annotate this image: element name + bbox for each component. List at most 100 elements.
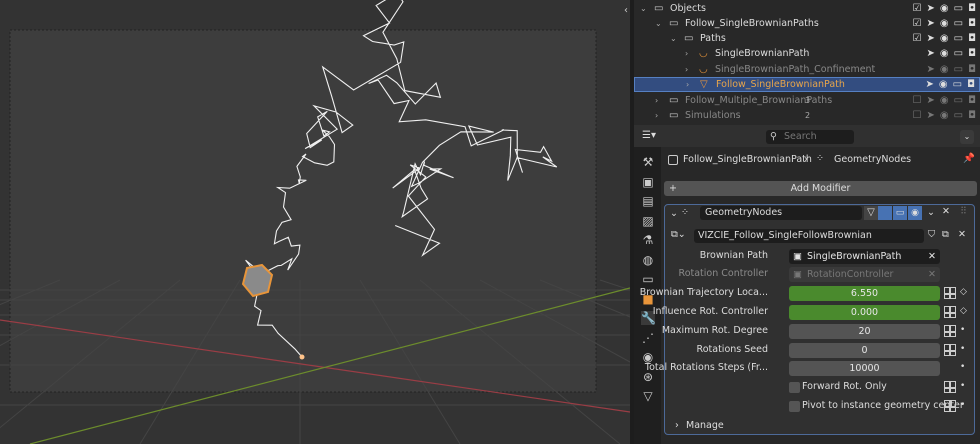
select-arrow-icon[interactable]: ➤ — [927, 110, 935, 121]
monitor-icon[interactable]: ▭ — [954, 64, 963, 75]
node-group-selector[interactable]: VIZCIE_Follow_SingleFollowBrownian — [694, 229, 924, 243]
render-toggle[interactable]: ◉ — [908, 206, 922, 220]
expand-chevron-icon[interactable]: › — [655, 96, 658, 105]
expand-chevron-icon[interactable]: ⌄ — [655, 19, 662, 28]
fake-user-shield-icon[interactable]: ⛉ — [928, 229, 935, 240]
keyframe-dot-icon[interactable]: • — [960, 344, 965, 354]
select-arrow-icon[interactable]: ➤ — [927, 64, 935, 75]
expand-chevron-icon[interactable]: › — [686, 80, 689, 89]
exclude-checkbox[interactable]: ☑ — [913, 3, 922, 14]
exclude-checkbox[interactable]: ☑ — [913, 18, 922, 29]
eye-icon[interactable]: ◉ — [940, 95, 949, 106]
keyframe-dot-icon[interactable]: • — [960, 381, 965, 391]
eye-icon[interactable]: ◉ — [940, 18, 949, 29]
monitor-icon[interactable]: ▭ — [953, 79, 962, 90]
input-checkbox[interactable] — [789, 401, 800, 412]
expand-chevron-icon[interactable]: ⌄ — [670, 34, 677, 43]
world-tab-icon[interactable]: ◍ — [641, 253, 655, 267]
camera-icon[interactable]: ◘ — [968, 110, 976, 121]
camera-icon[interactable]: ◘ — [968, 48, 976, 59]
exclude-checkbox[interactable]: ☐ — [913, 110, 922, 121]
eye-icon[interactable]: ◉ — [940, 3, 949, 14]
eye-icon[interactable]: ◉ — [940, 48, 949, 59]
eye-icon[interactable]: ◉ — [939, 79, 948, 90]
camera-icon[interactable]: ◘ — [968, 33, 976, 44]
exclude-checkbox[interactable]: ☑ — [913, 33, 922, 44]
select-arrow-icon[interactable]: ➤ — [926, 79, 934, 90]
expand-chevron-icon[interactable]: › — [655, 111, 658, 120]
keyframe-dot-icon[interactable]: • — [960, 362, 965, 372]
camera-icon[interactable]: ◘ — [968, 64, 976, 75]
node-group-icon[interactable]: ⧉⌄ — [671, 229, 686, 240]
drag-handle-icon[interactable]: ⠿ — [960, 206, 967, 217]
search-input[interactable]: ⚲ Search — [766, 130, 854, 144]
camera-icon[interactable]: ◘ — [968, 3, 976, 14]
input-checkbox[interactable] — [789, 382, 800, 393]
outliner-row[interactable]: › ▽ Follow_SingleBrownianPath ➤ ◉ ▭ ◘ — [634, 77, 980, 92]
remove-modifier-icon[interactable]: ✕ — [942, 206, 950, 217]
collapse-chevron-icon[interactable]: ⌄ — [670, 208, 678, 219]
outliner-row[interactable]: ⌄ ▭ Follow_SingleBrownianPaths ☑ ➤ ◉ ▭ ◘ — [634, 16, 980, 31]
monitor-icon[interactable]: ▭ — [954, 48, 963, 59]
tool-tab-icon[interactable]: ⚒ — [641, 155, 655, 169]
viewport-toggle[interactable]: ▭ — [893, 206, 907, 220]
attribute-toggle-icon[interactable] — [944, 325, 956, 337]
eye-icon[interactable]: ◉ — [940, 33, 949, 44]
modifier-name-input[interactable]: GeometryNodes — [700, 206, 862, 220]
keyframe-diamond-icon[interactable]: ◇ — [960, 306, 967, 316]
collection-tab-icon[interactable]: ▭ — [641, 272, 655, 286]
outliner-row[interactable]: › ▭ Simulations 2 ☐ ➤ ◉ ▭ ◘ — [634, 108, 980, 123]
monitor-icon[interactable]: ▭ — [954, 3, 963, 14]
edit-mode-toggle[interactable]: ▽ — [864, 206, 878, 220]
select-arrow-icon[interactable]: ➤ — [927, 33, 935, 44]
brownian-path-field[interactable]: ▣ SingleBrownianPath ✕ — [789, 249, 940, 264]
keyframe-dot-icon[interactable]: • — [960, 400, 965, 410]
collapse-arrow-icon[interactable]: ‹ — [624, 5, 628, 16]
input-value-field[interactable]: 10000 — [789, 361, 940, 376]
manage-panel-toggle[interactable]: Manage — [686, 420, 724, 431]
eye-icon[interactable]: ◉ — [940, 64, 949, 75]
monitor-icon[interactable]: ▭ — [954, 110, 963, 121]
select-arrow-icon[interactable]: ➤ — [927, 3, 935, 14]
manage-chevron-icon[interactable]: › — [675, 420, 679, 431]
output-tab-icon[interactable]: ▤ — [641, 194, 655, 208]
outliner-row[interactable]: ⌄ ▭ Paths ☑ ➤ ◉ ▭ ◘ — [634, 31, 980, 46]
monitor-icon[interactable]: ▭ — [954, 95, 963, 106]
expand-chevron-icon[interactable]: › — [685, 49, 688, 58]
exclude-checkbox[interactable]: ☐ — [913, 95, 922, 106]
camera-icon[interactable]: ◘ — [968, 95, 976, 106]
keyframe-dot-icon[interactable]: • — [960, 325, 965, 335]
duplicate-icon[interactable]: ⧉ — [942, 229, 949, 240]
expand-chevron-icon[interactable]: › — [685, 65, 688, 74]
input-value-field[interactable]: 0 — [789, 343, 940, 358]
expand-chevron-icon[interactable]: ⌄ — [640, 4, 647, 13]
render-tab-icon[interactable]: ▣ — [641, 175, 655, 189]
outliner-row[interactable]: › ◡ SingleBrownianPath_Confinement ➤ ◉ ▭ ◘ — [634, 62, 980, 77]
monitor-icon[interactable]: ▭ — [954, 33, 963, 44]
select-arrow-icon[interactable]: ➤ — [927, 48, 935, 59]
input-value-field[interactable]: 0.000 — [789, 305, 940, 320]
attribute-toggle-icon[interactable] — [944, 344, 956, 356]
options-dropdown[interactable]: ⌄ — [960, 130, 974, 144]
select-arrow-icon[interactable]: ➤ — [927, 95, 935, 106]
data-tab-icon[interactable]: ▽ — [641, 389, 655, 403]
3d-viewport[interactable] — [0, 0, 630, 444]
attribute-toggle-icon[interactable] — [944, 287, 956, 299]
editor-type-icon[interactable]: ☰▾ — [642, 130, 664, 143]
rotation-controller-field[interactable]: ▣ RotationController ✕ — [789, 267, 940, 282]
add-modifier-button[interactable]: + Add Modifier — [664, 181, 977, 196]
select-arrow-icon[interactable]: ➤ — [927, 18, 935, 29]
attribute-toggle-icon[interactable] — [944, 400, 956, 412]
camera-icon[interactable]: ◘ — [967, 79, 975, 90]
attribute-toggle-icon[interactable] — [944, 306, 956, 318]
unlink-icon[interactable]: ✕ — [958, 229, 966, 240]
pin-icon[interactable]: 📌 — [963, 153, 975, 164]
particles-tab-icon[interactable]: ⋰ — [641, 331, 655, 345]
clear-icon[interactable]: ✕ — [928, 249, 936, 264]
view-layer-tab-icon[interactable]: ▨ — [641, 214, 655, 228]
outliner-row[interactable]: › ▭ Follow_Multiple_BrownianPaths 3 ☐ ➤ ◉ ▭… — [634, 93, 980, 108]
monitor-icon[interactable]: ▭ — [954, 18, 963, 29]
input-value-field[interactable]: 20 — [789, 324, 940, 339]
attribute-toggle-icon[interactable] — [944, 381, 956, 393]
eye-icon[interactable]: ◉ — [940, 110, 949, 121]
